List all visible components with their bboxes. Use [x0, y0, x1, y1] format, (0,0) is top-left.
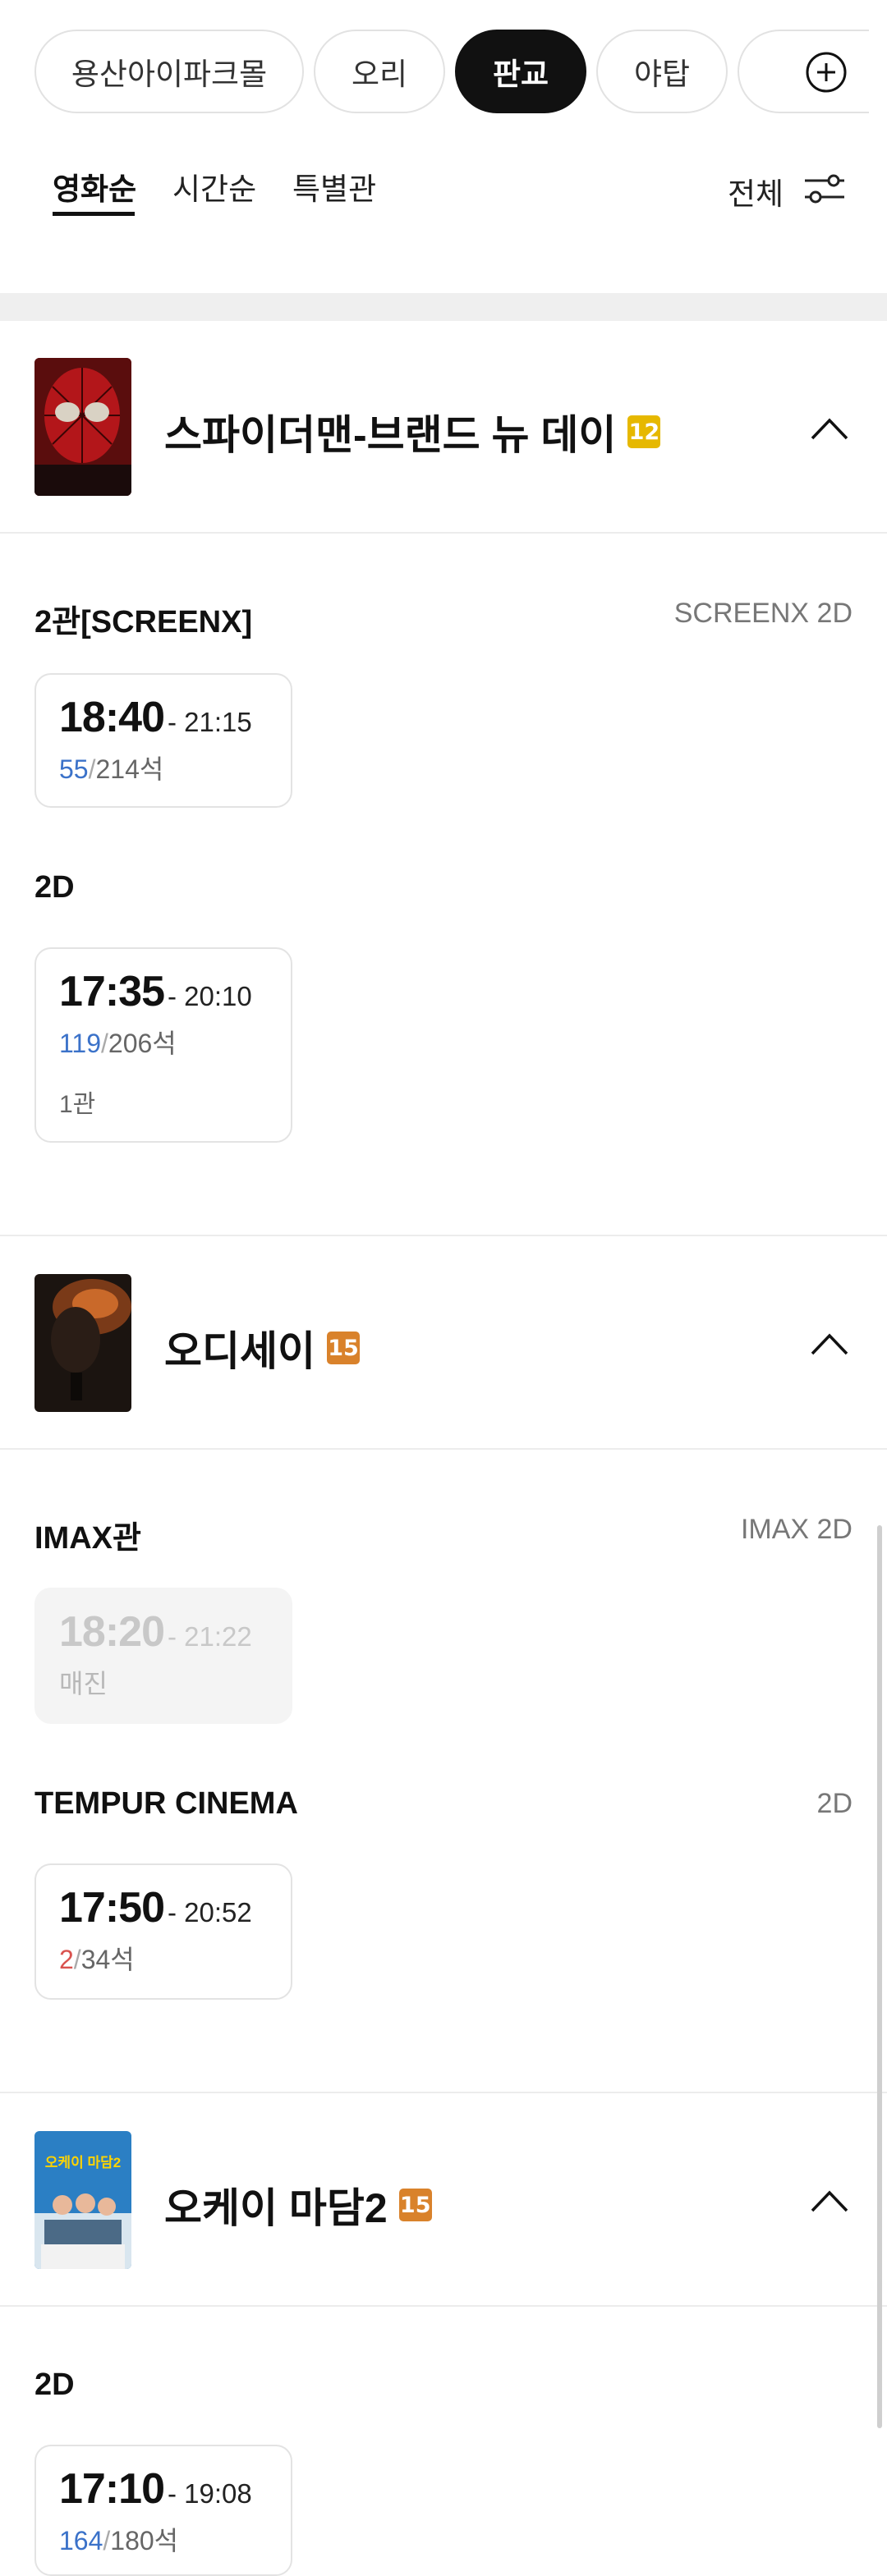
chevron-up-icon[interactable]	[810, 2189, 849, 2213]
sort-tab-active-indicator	[53, 212, 135, 216]
movie-title-row[interactable]: 오디세이 15	[164, 1318, 360, 1377]
movie-poster-spiderman[interactable]	[34, 358, 131, 496]
seat-separator: /	[101, 1029, 108, 1058]
screen-name: IMAX관	[34, 1521, 141, 1556]
screen-name: 2D	[34, 870, 75, 905]
seat-count: 2/34석	[59, 1939, 291, 1977]
filter-all-label: 전체	[728, 177, 784, 211]
screen-name: 2관[SCREENX]	[34, 605, 253, 639]
movie-title: 오케이 마담2	[164, 2185, 388, 2231]
showtime-card-soldout: 18:20 - 21:22 매진	[34, 1588, 292, 1724]
total-seats: 214석	[95, 754, 164, 784]
chevron-up-icon[interactable]	[810, 416, 849, 441]
theater-chip-yatap[interactable]: 야탑	[596, 30, 728, 113]
seat-separator: /	[73, 1945, 81, 1974]
movie-title: 스파이더맨-브랜드 뉴 데이	[164, 412, 617, 458]
age-rating-badge: 12	[627, 415, 661, 448]
chip-label: 오리	[351, 57, 408, 91]
seat-count: 119/206석	[59, 1023, 291, 1061]
screen-type: SCREENX 2D	[673, 598, 853, 629]
seat-count: 164/180석	[59, 2520, 291, 2558]
sort-tab-special[interactable]: 특별관	[292, 164, 376, 209]
showtime-card[interactable]: 17:50 - 20:52 2/34석	[34, 1863, 292, 2000]
available-seats: 55	[59, 754, 89, 784]
seat-count: 55/214석	[59, 749, 291, 786]
screen-type: IMAX 2D	[740, 1514, 853, 1545]
section-separator	[0, 293, 887, 321]
hall-label: 1관	[59, 1091, 96, 1118]
sort-tab-label: 시간순	[172, 172, 257, 206]
total-seats: 180석	[110, 2526, 179, 2555]
showtime-card[interactable]: 18:40 - 21:15 55/214석	[34, 673, 292, 808]
add-theater-button[interactable]	[805, 51, 848, 94]
showtime-start: 18:20	[59, 1608, 165, 1656]
divider	[0, 532, 887, 534]
movie-title-row[interactable]: 오케이 마담2 15	[164, 2175, 432, 2235]
filter-sliders-icon[interactable]	[803, 171, 846, 207]
showtime-end: - 20:10	[168, 981, 252, 1011]
chip-label: 야탑	[633, 57, 691, 91]
divider	[0, 2092, 887, 2093]
showtime-end: - 20:52	[168, 1897, 252, 1927]
showtime-start: 17:10	[59, 2465, 165, 2513]
sort-tab-movie[interactable]: 영화순	[53, 164, 136, 209]
age-rating-badge: 15	[327, 1332, 360, 1364]
odyssey-poster-art	[34, 1274, 131, 1412]
total-seats: 34석	[80, 1945, 135, 1974]
divider	[0, 1235, 887, 1236]
theater-chip-partial[interactable]	[738, 30, 869, 113]
chip-label: 용산아이파크몰	[71, 57, 268, 91]
sort-tab-label: 특별관	[292, 172, 377, 206]
plus-circle-icon	[806, 52, 847, 93]
screen-name: TEMPUR CINEMA	[34, 1786, 298, 1821]
showtime-end: - 21:22	[168, 1621, 252, 1652]
showtime-end: - 19:08	[168, 2478, 252, 2509]
filter-all-button[interactable]: 전체	[728, 169, 784, 213]
sold-out-label: 매진	[59, 1669, 108, 1698]
screen-type: 2D	[816, 1788, 853, 1819]
movie-title-row[interactable]: 스파이더맨-브랜드 뉴 데이 12	[164, 402, 661, 461]
movie-title: 오디세이	[164, 1328, 315, 1374]
screen-name: 2D	[34, 2367, 75, 2402]
showtime-end: - 21:15	[168, 707, 252, 737]
available-seats: 119	[59, 1029, 102, 1058]
age-rating-badge: 15	[398, 2189, 432, 2221]
showtime-card[interactable]: 17:35 - 20:10 119/206석 1관	[34, 947, 292, 1143]
showtime-start: 18:40	[59, 694, 165, 741]
showtime-start: 17:35	[59, 968, 165, 1015]
divider	[0, 1448, 887, 1450]
movie-poster-okay-madam[interactable]: 오케이 마담2	[34, 2131, 131, 2269]
divider	[0, 2305, 887, 2307]
poster-title-text: 오케이 마담2	[44, 2155, 122, 2170]
theater-chip-yongsan[interactable]: 용산아이파크몰	[34, 30, 304, 113]
scrollbar[interactable]	[877, 1525, 882, 2428]
available-seats: 2	[59, 1945, 74, 1974]
movie-poster-odyssey[interactable]	[34, 1274, 131, 1412]
available-seats: 164	[59, 2526, 103, 2555]
seat-separator: /	[103, 2526, 111, 2555]
spiderman-poster-art	[34, 358, 131, 496]
theater-chip-pangyo[interactable]: 판교	[455, 30, 586, 113]
sort-tab-label: 영화순	[53, 172, 137, 206]
showtime-start: 17:50	[59, 1884, 165, 1932]
showtime-card[interactable]: 17:10 - 19:08 164/180석	[34, 2445, 292, 2576]
chip-label: 판교	[492, 57, 549, 91]
theater-chip-ori[interactable]: 오리	[314, 30, 445, 113]
chevron-up-icon[interactable]	[810, 1332, 849, 1356]
sort-tab-time[interactable]: 시간순	[172, 164, 256, 209]
total-seats: 206석	[108, 1029, 177, 1058]
